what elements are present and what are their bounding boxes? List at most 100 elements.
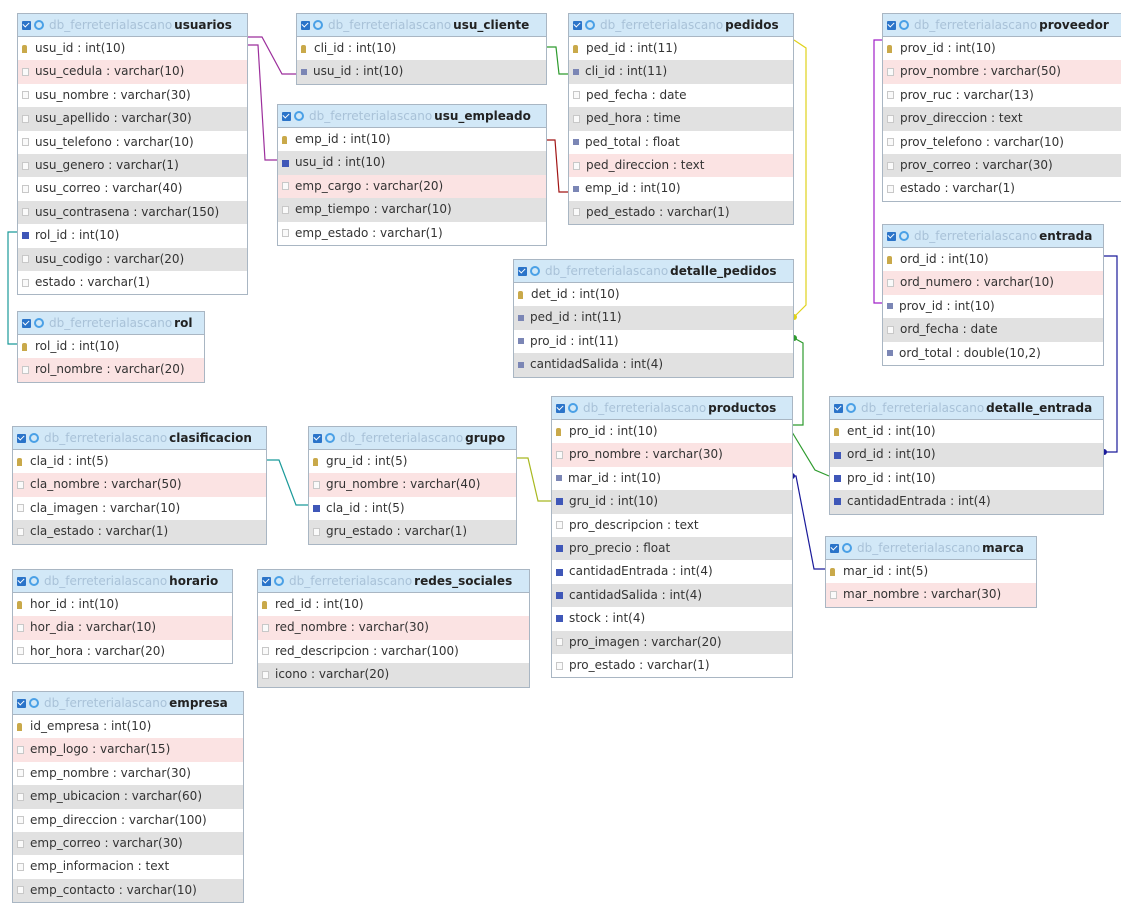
table-header[interactable]: db_ferreterialascano usu_empleado: [278, 105, 546, 128]
table-header[interactable]: db_ferreterialascano detalle_entrada: [830, 397, 1103, 420]
field-row[interactable]: cantidadEntrada : int(4): [830, 490, 1103, 514]
table-empresa[interactable]: db_ferreterialascano empresa id_empresa : …: [12, 691, 244, 904]
checkbox-icon[interactable]: [301, 20, 310, 30]
field-row[interactable]: ped_estado : varchar(1): [569, 200, 793, 225]
field-row[interactable]: ent_id : int(10): [830, 420, 1103, 443]
eye-icon[interactable]: [842, 543, 852, 553]
field-row[interactable]: gru_nombre : varchar(40): [309, 473, 516, 497]
table-clasificacion[interactable]: db_ferreterialascano clasificacion cla_id …: [12, 426, 267, 545]
field-row[interactable]: usu_id : int(10): [18, 37, 247, 60]
checkbox-icon[interactable]: [830, 543, 839, 553]
field-row[interactable]: ord_numero : varchar(10): [883, 271, 1103, 295]
field-row[interactable]: hor_id : int(10): [13, 593, 232, 616]
field-row[interactable]: mar_id : int(10): [552, 467, 792, 490]
eye-icon[interactable]: [274, 576, 284, 586]
table-header[interactable]: db_ferreterialascano proveedor: [883, 14, 1121, 37]
field-row[interactable]: pro_precio : float: [552, 536, 792, 561]
field-row[interactable]: prov_nombre : varchar(50): [883, 60, 1121, 84]
field-row[interactable]: ped_fecha : date: [569, 84, 793, 107]
checkbox-icon[interactable]: [22, 318, 31, 328]
field-row[interactable]: emp_direccion : varchar(100): [13, 809, 243, 832]
field-row[interactable]: emp_id : int(10): [569, 177, 793, 200]
field-row[interactable]: usu_apellido : varchar(30): [18, 107, 247, 131]
field-row[interactable]: prov_correo : varchar(30): [883, 153, 1121, 178]
field-row[interactable]: ord_total : double(10,2): [883, 342, 1103, 365]
field-row[interactable]: prov_direccion : text: [883, 107, 1121, 131]
eye-icon[interactable]: [568, 403, 578, 413]
field-row[interactable]: usu_nombre : varchar(30): [18, 84, 247, 107]
field-row[interactable]: estado : varchar(1): [18, 271, 247, 294]
field-row[interactable]: cli_id : int(10): [297, 37, 546, 60]
table-header[interactable]: db_ferreterialascano entrada: [883, 225, 1103, 248]
field-row[interactable]: rol_id : int(10): [18, 224, 247, 247]
field-row[interactable]: pro_imagen : varchar(20): [552, 630, 792, 654]
table-usuarios[interactable]: db_ferreterialascano usuarios usu_id : int…: [17, 13, 248, 296]
field-row[interactable]: usu_contrasena : varchar(150): [18, 200, 247, 225]
table-header[interactable]: db_ferreterialascano pedidos: [569, 14, 793, 37]
checkbox-icon[interactable]: [834, 403, 843, 413]
eye-icon[interactable]: [325, 433, 335, 443]
field-row[interactable]: cantidadEntrada : int(4): [552, 560, 792, 583]
checkbox-icon[interactable]: [17, 576, 26, 586]
checkbox-icon[interactable]: [573, 20, 582, 30]
field-row[interactable]: det_id : int(10): [514, 283, 793, 306]
field-row[interactable]: ped_id : int(11): [514, 306, 793, 330]
table-header[interactable]: db_ferreterialascano productos: [552, 397, 792, 420]
field-row[interactable]: emp_ubicacion : varchar(60): [13, 785, 243, 809]
field-row[interactable]: emp_tiempo : varchar(10): [278, 198, 546, 222]
table-grupo[interactable]: db_ferreterialascano grupo gru_id : int(5)…: [308, 426, 517, 545]
table-entrada[interactable]: db_ferreterialascano entrada ord_id : int(…: [882, 224, 1104, 366]
field-row[interactable]: pro_descripcion : text: [552, 514, 792, 537]
checkbox-icon[interactable]: [518, 266, 527, 276]
field-row[interactable]: red_descripcion : varchar(100): [258, 640, 529, 663]
field-row[interactable]: ped_direccion : text: [569, 153, 793, 178]
eye-icon[interactable]: [294, 111, 304, 121]
checkbox-icon[interactable]: [313, 433, 322, 443]
field-row[interactable]: cantidadSalida : int(4): [552, 583, 792, 608]
field-row[interactable]: emp_cargo : varchar(20): [278, 174, 546, 199]
table-header[interactable]: db_ferreterialascano usu_cliente: [297, 14, 546, 37]
field-row[interactable]: emp_informacion : text: [13, 855, 243, 878]
field-row[interactable]: pro_id : int(10): [830, 467, 1103, 490]
field-row[interactable]: stock : int(4): [552, 607, 792, 630]
table-horario[interactable]: db_ferreterialascano horario hor_id : int(…: [12, 569, 233, 665]
field-row[interactable]: prov_telefono : varchar(10): [883, 131, 1121, 154]
field-row[interactable]: prov_ruc : varchar(13): [883, 84, 1121, 107]
checkbox-icon[interactable]: [262, 576, 271, 586]
table-header[interactable]: db_ferreterialascano clasificacion: [13, 427, 266, 450]
table-detalle-entrada[interactable]: db_ferreterialascano detalle_entrada ent_i…: [829, 396, 1104, 515]
field-row[interactable]: ord_fecha : date: [883, 318, 1103, 342]
field-row[interactable]: pro_id : int(10): [552, 420, 792, 443]
field-row[interactable]: emp_correo : varchar(30): [13, 831, 243, 856]
table-header[interactable]: db_ferreterialascano marca: [826, 537, 1036, 560]
field-row[interactable]: pro_id : int(11): [514, 330, 793, 353]
eye-icon[interactable]: [29, 576, 39, 586]
table-pedidos[interactable]: db_ferreterialascano pedidos ped_id : int(…: [568, 13, 794, 226]
field-row[interactable]: cla_id : int(5): [309, 497, 516, 520]
field-row[interactable]: estado : varchar(1): [883, 177, 1121, 200]
table-header[interactable]: db_ferreterialascano horario: [13, 570, 232, 593]
field-row[interactable]: id_empresa : int(10): [13, 715, 243, 738]
field-row[interactable]: usu_id : int(10): [297, 60, 546, 84]
field-row[interactable]: red_nombre : varchar(30): [258, 616, 529, 640]
field-row[interactable]: pro_estado : varchar(1): [552, 654, 792, 677]
field-row[interactable]: ped_hora : time: [569, 107, 793, 131]
table-rol[interactable]: db_ferreterialascano rol rol_id : int(10) r…: [17, 311, 205, 383]
field-row[interactable]: usu_telefono : varchar(10): [18, 131, 247, 154]
eye-icon[interactable]: [530, 266, 540, 276]
field-row[interactable]: mar_id : int(5): [826, 560, 1036, 583]
field-row[interactable]: cla_estado : varchar(1): [13, 520, 266, 544]
field-row[interactable]: emp_id : int(10): [278, 128, 546, 151]
eye-icon[interactable]: [899, 231, 909, 241]
checkbox-icon[interactable]: [17, 433, 26, 443]
field-row[interactable]: emp_contacto : varchar(10): [13, 878, 243, 903]
checkbox-icon[interactable]: [556, 403, 565, 413]
field-row[interactable]: usu_correo : varchar(40): [18, 177, 247, 200]
table-header[interactable]: db_ferreterialascano grupo: [309, 427, 516, 450]
field-row[interactable]: emp_estado : varchar(1): [278, 222, 546, 245]
eye-icon[interactable]: [29, 433, 39, 443]
field-row[interactable]: rol_id : int(10): [18, 335, 204, 358]
field-row[interactable]: cli_id : int(11): [569, 60, 793, 84]
table-header[interactable]: db_ferreterialascano usuarios: [18, 14, 247, 37]
field-row[interactable]: ord_id : int(10): [883, 248, 1103, 271]
